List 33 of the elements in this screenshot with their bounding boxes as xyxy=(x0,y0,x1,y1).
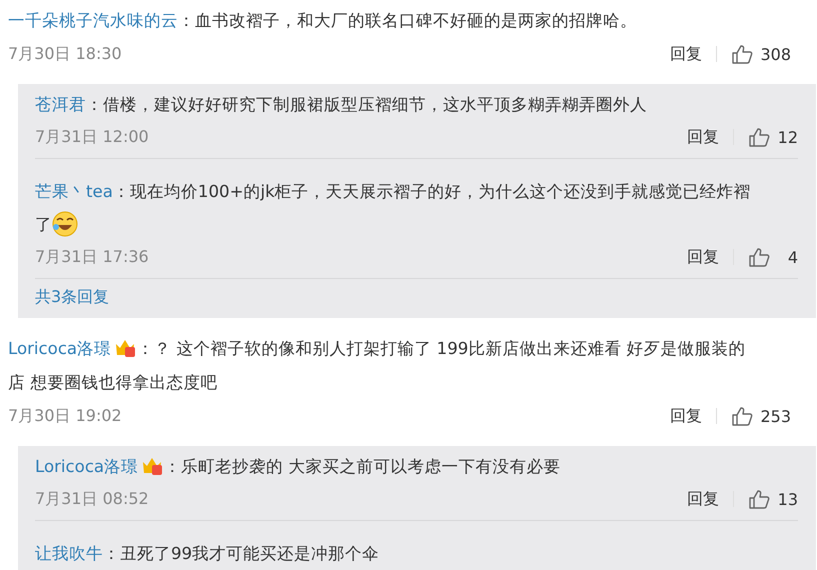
thumbs-up-icon[interactable] xyxy=(748,126,770,148)
reply-link[interactable]: 回复 xyxy=(687,126,719,148)
reply-author[interactable]: 苍洱君 xyxy=(35,95,86,114)
like-count: 13 xyxy=(776,490,798,508)
thumbs-up-icon[interactable] xyxy=(731,405,753,427)
comment-time: 7月30日 18:30 xyxy=(8,44,123,64)
reply-time: 7月31日 17:36 xyxy=(35,246,150,268)
reply-author[interactable]: 芒果丶tea xyxy=(35,182,113,201)
comment-text: Loricoca洛璟 ：？ 这个褶子软的像和别人打架打输了 199比新店做出来还难看 好歹是做服装的店 想要圈钱也得拿出态度吧 xyxy=(8,332,751,400)
like-count: 4 xyxy=(786,248,798,266)
comment-text: 一千朵桃子汽水味的云：血书改褶子，和大厂的联名口碑不好砸的是两家的招牌哈。 xyxy=(8,10,638,32)
like-count: 253 xyxy=(759,406,791,426)
thumbs-up-icon[interactable] xyxy=(731,43,753,65)
more-replies-link[interactable]: 共3条回复 xyxy=(35,287,110,306)
comment-author[interactable]: Loricoca洛璟 xyxy=(8,339,112,358)
reply-text: 让我吹牛：丑死了99我才可能买还是冲那个伞 xyxy=(35,543,380,565)
comment-time: 7月30日 19:02 xyxy=(8,406,123,426)
reply-text: 苍洱君：借楼，建议好好研究下制服裙版型压褶细节，这水平顶多糊弄糊弄圈外人 xyxy=(35,94,648,116)
reply-link[interactable]: 回复 xyxy=(670,406,702,426)
reply-time: 7月31日 12:00 xyxy=(35,126,150,148)
reply-link[interactable]: 回复 xyxy=(687,246,719,268)
reply-author[interactable]: 让我吹牛 xyxy=(35,544,103,563)
like-count: 12 xyxy=(776,128,798,146)
comment-author[interactable]: 一千朵桃子汽水味的云 xyxy=(8,11,178,30)
reply-text: 芒果丶tea：现在均价100+的jk柜子，天天展示褶子的好，为什么这个还没到手就感觉已经炸褶了 xyxy=(35,175,758,241)
reply-link[interactable]: 回复 xyxy=(670,44,702,64)
reply-link[interactable]: 回复 xyxy=(687,488,719,510)
thumbs-up-icon[interactable] xyxy=(748,488,770,510)
like-count: 308 xyxy=(759,44,791,64)
reply-time: 7月31日 08:52 xyxy=(35,488,150,510)
thumbs-up-icon[interactable] xyxy=(748,246,770,268)
reply-text: Loricoca洛璟 ：乐町老抄袭的 大家买之前可以考虑一下有没有必要 xyxy=(35,450,758,483)
reply-author[interactable]: Loricoca洛璟 xyxy=(35,457,138,476)
